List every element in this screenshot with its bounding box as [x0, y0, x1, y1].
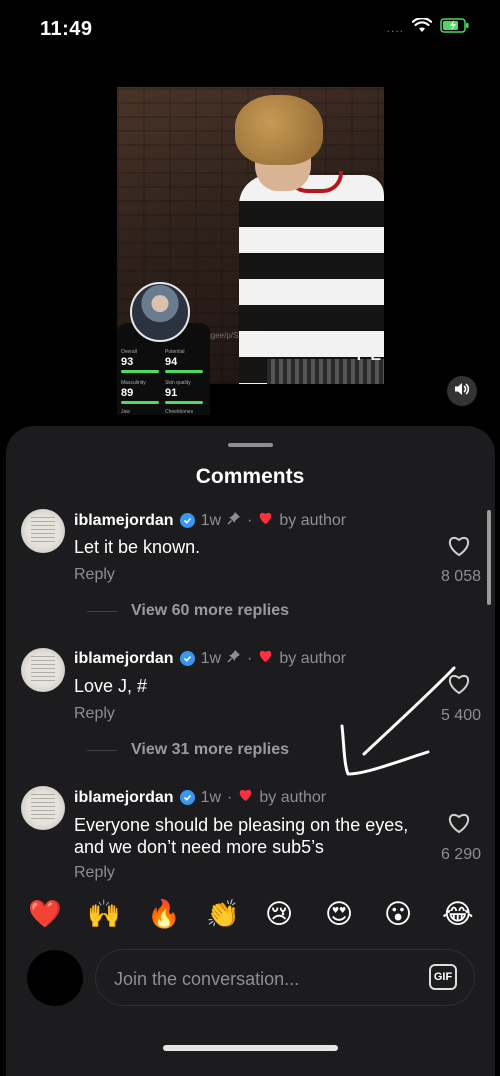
emoji-clapping-hands[interactable]: 👏	[206, 899, 240, 929]
view-more-replies-label[interactable]: View 60 more replies	[131, 602, 289, 620]
comments-scrollbar[interactable]	[487, 510, 491, 605]
view-more-replies[interactable]: View 60 more replies	[87, 602, 289, 620]
home-indicator[interactable]	[163, 1045, 338, 1051]
reply-button[interactable]: Reply	[74, 566, 115, 584]
stat-cheekbones: Cheekbones	[165, 409, 194, 415]
pin-icon	[227, 649, 241, 668]
view-more-replies-label[interactable]: View 31 more replies	[131, 741, 289, 759]
verified-badge-icon	[179, 513, 195, 528]
reply-button[interactable]: Reply	[74, 705, 115, 723]
comment-username[interactable]: iblamejordan	[74, 512, 174, 530]
like-count: 6 290	[440, 846, 481, 863]
comment-username[interactable]: iblamejordan	[74, 789, 174, 807]
comment-username[interactable]: iblamejordan	[74, 650, 174, 668]
author-heart-icon	[258, 511, 273, 530]
separator-dot: ·	[247, 649, 253, 667]
emoji-raising-hands[interactable]: 🙌	[87, 899, 121, 929]
stat-overall: Overall 93	[121, 349, 159, 373]
verified-badge-icon	[179, 651, 195, 666]
comment-avatar[interactable]	[21, 648, 65, 692]
comment-composer[interactable]: GIF	[95, 949, 475, 1006]
stat-potential: Potential 94	[165, 349, 203, 373]
comment-time: 1w	[200, 649, 222, 667]
speaker-icon	[454, 382, 470, 401]
video-subject-hair	[235, 95, 323, 165]
status-time: 11:49	[40, 18, 93, 40]
gif-button[interactable]: GIF	[429, 964, 457, 990]
sound-button[interactable]	[447, 376, 477, 406]
sheet-drag-handle[interactable]	[228, 443, 273, 447]
video-logo-text: PE	[356, 347, 384, 364]
comment-header: iblamejordan 1w · by author	[74, 511, 346, 530]
comment-text: Everyone should be pleasing on the eyes,…	[74, 815, 409, 857]
thread-line	[87, 749, 117, 751]
like-count: 8 058	[440, 568, 481, 585]
emoji-heart-eyes[interactable]: 😍	[325, 899, 353, 929]
comment-time: 1w	[200, 511, 222, 529]
comment-input[interactable]	[112, 964, 416, 994]
author-heart-icon	[238, 788, 253, 807]
rating-avatar	[130, 282, 190, 342]
emoji-fire[interactable]: 🔥	[147, 899, 181, 929]
comment-text: Let it be known.	[74, 537, 201, 557]
status-indicators: ....	[386, 17, 470, 38]
liked-by-author-label: by author	[279, 511, 347, 529]
comment-time: 1w	[200, 788, 222, 806]
pin-icon	[227, 511, 241, 530]
video-watermark: Aggee/p/Stanwig	[201, 331, 262, 340]
battery-icon	[440, 18, 470, 38]
like-heart-icon[interactable]	[447, 812, 471, 839]
separator-dot: ·	[227, 788, 233, 806]
wifi-icon	[411, 17, 433, 38]
like-heart-icon[interactable]	[447, 535, 471, 562]
signal-dots: ....	[386, 21, 404, 35]
thread-line	[87, 610, 117, 612]
stat-skin-quality: Skin quality 91	[165, 380, 203, 404]
view-more-replies[interactable]: View 31 more replies	[87, 741, 289, 759]
liked-by-author-label: by author	[259, 788, 327, 806]
emoji-red-heart[interactable]: ❤️	[28, 899, 62, 929]
separator-dot: ·	[247, 511, 253, 529]
stat-jaw: Jaw	[121, 409, 130, 415]
reply-button[interactable]: Reply	[74, 864, 115, 882]
comment-header: iblamejordan 1w · by author	[74, 788, 326, 807]
comment-header: iblamejordan 1w · by author	[74, 649, 346, 668]
current-user-avatar[interactable]	[27, 950, 83, 1006]
emoji-crying-face[interactable]: 😢	[265, 899, 293, 929]
drawn-arrow-annotation	[336, 664, 460, 785]
emoji-surprised-face[interactable]: 😮	[384, 899, 412, 929]
verified-badge-icon	[179, 790, 195, 805]
stat-masculinity: Masculinity 89	[121, 380, 159, 404]
comment-avatar[interactable]	[21, 786, 65, 830]
emoji-tears-of-joy[interactable]: 😂	[442, 899, 474, 929]
sheet-title: Comments	[195, 465, 305, 488]
author-heart-icon	[258, 649, 273, 668]
comment-avatar[interactable]	[21, 509, 65, 553]
